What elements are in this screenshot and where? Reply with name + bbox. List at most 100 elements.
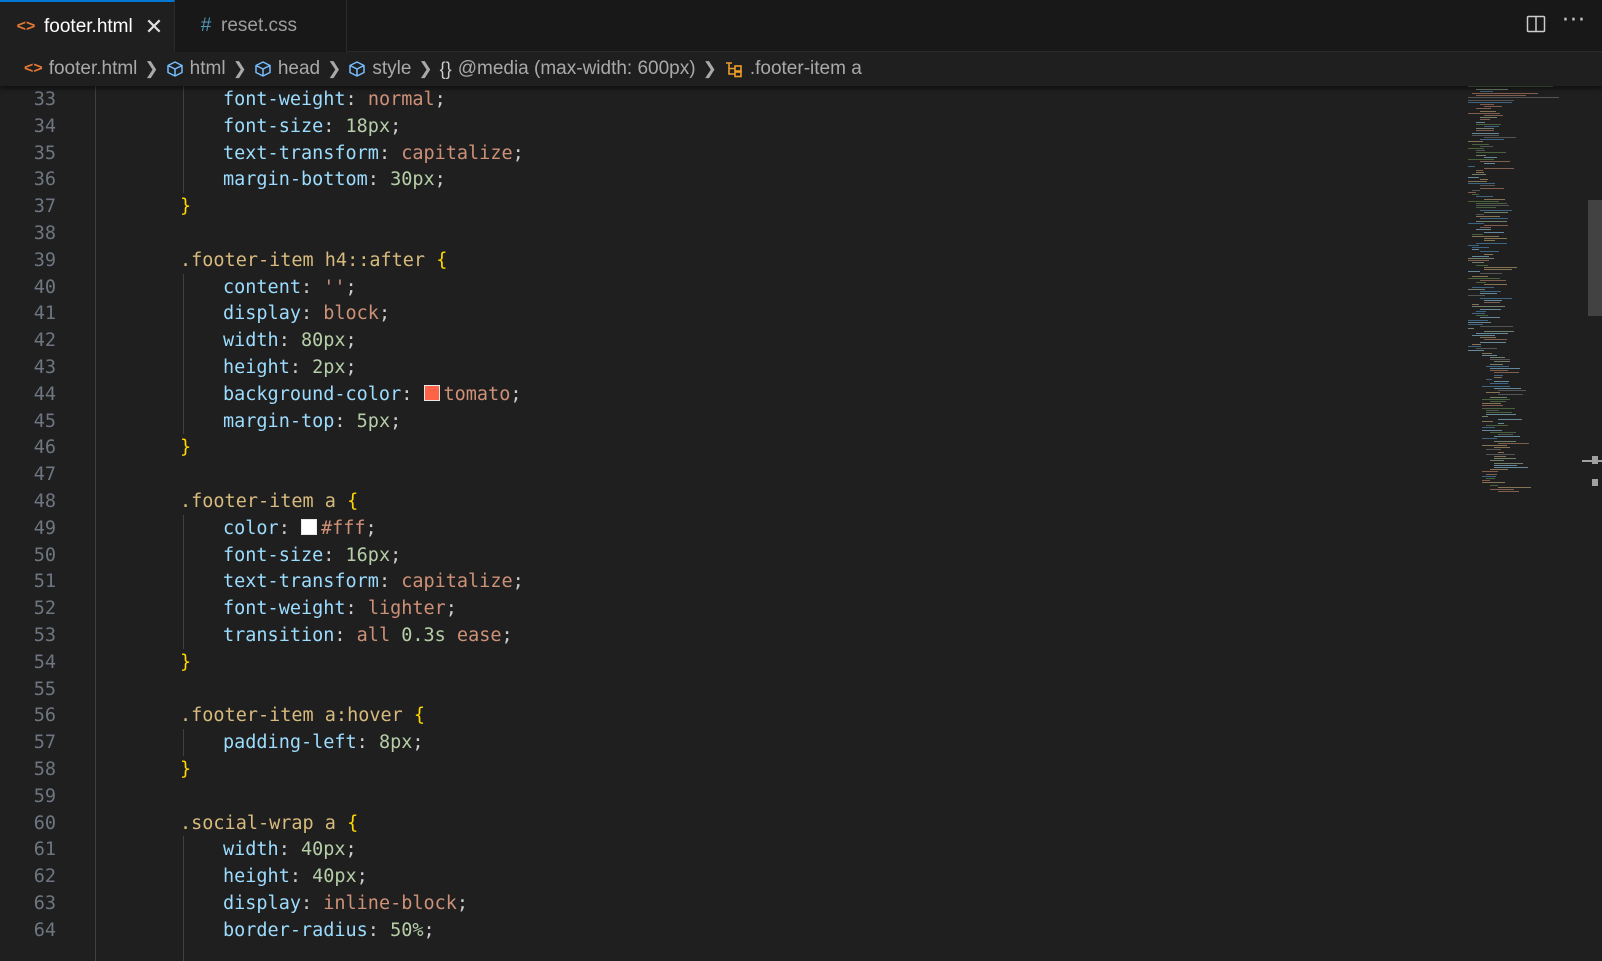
minimap-line (1498, 486, 1531, 488)
minimap-line (1482, 420, 1494, 422)
code-line[interactable]: 59 (0, 783, 1460, 810)
minimap-line (1472, 194, 1479, 196)
code-text: .footer-item a:hover { (180, 702, 425, 729)
code-editor[interactable]: 33 font-weight: normal; 34 font-size: 18px;… (0, 86, 1602, 961)
breadcrumb-head[interactable]: head (254, 58, 320, 80)
code-line[interactable]: 47 (0, 461, 1460, 488)
breadcrumb-style[interactable]: style (348, 58, 411, 80)
code-text: margin-top: 5px; (223, 408, 401, 435)
minimap-line (1468, 328, 1475, 330)
breadcrumb-media[interactable]: {} @media (max-width: 600px) (440, 58, 696, 80)
code-line[interactable]: 50 font-size: 16px; (0, 542, 1460, 569)
more-actions-icon[interactable]: ··· (1562, 10, 1585, 34)
minimap-line (1468, 200, 1500, 202)
minimap-line (1490, 469, 1509, 471)
code-text: } (180, 756, 191, 783)
minimap-line (1494, 447, 1510, 449)
code-line[interactable]: 48 .footer-item a { (0, 488, 1460, 515)
minimap-line (1480, 139, 1504, 141)
code-token: ; (345, 276, 357, 298)
minimap-line (1490, 489, 1514, 490)
minimap-line (1480, 161, 1511, 163)
minimap-line (1480, 178, 1489, 180)
close-icon[interactable]: ✕ (145, 16, 163, 38)
code-line[interactable]: 55 (0, 676, 1460, 703)
minimap-line (1476, 310, 1487, 312)
code-line[interactable]: 37} (0, 193, 1460, 220)
minimap-line (1494, 462, 1524, 464)
code-line[interactable]: 41 display: block; (0, 300, 1460, 327)
line-number: 33 (33, 89, 56, 110)
scrollbar-thumb[interactable] (1588, 200, 1602, 316)
html-file-icon: <> (24, 60, 43, 77)
minimap-line (1482, 438, 1498, 440)
chevron-right-icon: ❯ (144, 59, 159, 78)
code-line[interactable]: 44 background-color: tomato; (0, 381, 1460, 408)
minimap-line (1490, 368, 1521, 369)
color-swatch[interactable] (300, 518, 317, 535)
minimap-line (1482, 480, 1490, 482)
minimap[interactable] (1468, 82, 1588, 961)
code-line[interactable]: 61 width: 40px; (0, 836, 1460, 863)
code-line[interactable]: 43 height: 2px; (0, 354, 1460, 381)
tab-reset-css[interactable]: # reset.css (175, 0, 347, 52)
code-token: height (223, 357, 290, 378)
minimap-line (1484, 106, 1503, 108)
code-line[interactable]: 33 font-weight: normal; (0, 86, 1460, 113)
code-line[interactable]: 56 .footer-item a:hover { (0, 702, 1460, 729)
code-line[interactable]: 39 .footer-item h4::after { (0, 247, 1460, 274)
minimap-line (1468, 112, 1500, 114)
breadcrumb-selector[interactable]: .footer-item a (724, 58, 862, 80)
minimap-line (1486, 453, 1516, 455)
code-line[interactable]: 36 margin-bottom: 30px; (0, 166, 1460, 193)
minimap-line (1484, 339, 1507, 341)
minimap-line (1482, 427, 1496, 429)
code-line[interactable]: 38 (0, 220, 1460, 247)
minimap-line (1472, 249, 1479, 251)
code-line[interactable]: 45 margin-top: 5px; (0, 408, 1460, 435)
code-line[interactable]: 60 .social-wrap a { (0, 810, 1460, 837)
code-token: font-size (223, 544, 324, 566)
breadcrumb-file[interactable]: <> footer.html (24, 58, 137, 80)
minimap-line (1490, 431, 1516, 433)
code-line[interactable]: 64 border-radius: 50%; (0, 917, 1460, 944)
minimap-line (1472, 275, 1488, 277)
code-line[interactable]: 53 transition: all 0.3s ease; (0, 622, 1460, 649)
code-line[interactable]: 57 padding-left: 8px; (0, 729, 1460, 756)
minimap-line (1484, 238, 1507, 240)
code-token: 30px (390, 169, 435, 191)
cube-icon (348, 60, 366, 78)
code-line[interactable]: 40 content: ''; (0, 274, 1460, 301)
split-editor-icon[interactable] (1526, 14, 1546, 34)
code-line[interactable]: 62 height: 40px; (0, 863, 1460, 890)
code-line[interactable]: 34 font-size: 18px; (0, 113, 1460, 140)
code-token: font-weight (223, 598, 346, 620)
cube-icon (166, 60, 184, 78)
color-swatch[interactable] (423, 384, 440, 401)
code-line[interactable]: 52 font-weight: lighter; (0, 595, 1460, 622)
code-line[interactable]: 54} (0, 649, 1460, 676)
minimap-line (1468, 244, 1479, 246)
tab-footer-html[interactable]: <> footer.html ✕ (0, 0, 175, 52)
code-line[interactable]: 42 width: 80px; (0, 327, 1460, 354)
minimap-line (1480, 337, 1497, 339)
breadcrumb-html[interactable]: html (166, 58, 226, 80)
code-token: : (289, 357, 313, 378)
code-text: color: #fff; (223, 515, 377, 542)
minimap-line (1490, 396, 1507, 398)
minimap-line (1484, 240, 1495, 242)
code-line[interactable]: 51 text-transform: capitalize; (0, 568, 1460, 595)
code-line[interactable]: 35 text-transform: capitalize; (0, 140, 1460, 167)
minimap-line (1480, 117, 1498, 119)
code-line[interactable]: 46} (0, 434, 1460, 461)
minimap-line (1472, 189, 1481, 191)
minimap-line (1476, 332, 1508, 334)
code-line[interactable]: 58} (0, 756, 1460, 783)
minimap-line (1468, 321, 1492, 323)
minimap-line (1480, 90, 1493, 92)
minimap-line (1494, 372, 1520, 374)
code-line[interactable]: 63 display: inline-block; (0, 890, 1460, 917)
code-line[interactable]: 49 color: #fff; (0, 515, 1460, 542)
code-token: 40px (312, 866, 357, 888)
